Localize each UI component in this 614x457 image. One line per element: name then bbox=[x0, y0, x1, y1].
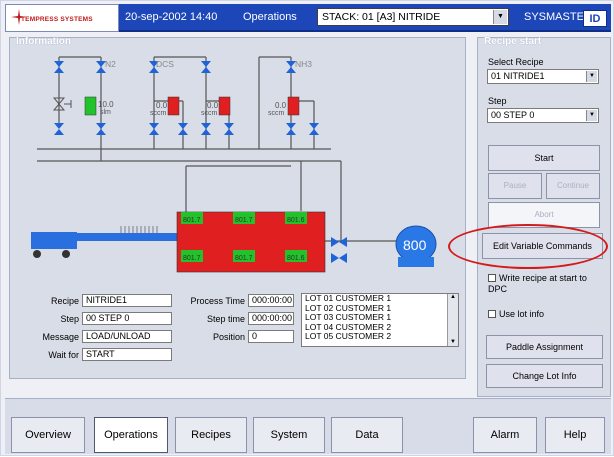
position-field: 0 bbox=[248, 330, 294, 343]
step-field: 00 STEP 0 bbox=[82, 312, 172, 325]
write-recipe-checkbox[interactable]: Write recipe at start to DPC bbox=[488, 273, 602, 295]
header-bar: TEMPRESS SYSTEMS 20-sep-2002 14:40 Opera… bbox=[5, 4, 611, 32]
information-title: Information bbox=[16, 36, 71, 47]
user-name: SYSMASTER bbox=[524, 11, 592, 23]
abort-button[interactable]: Abort bbox=[488, 202, 600, 228]
step-select[interactable]: 00 STEP 0 ▼ bbox=[487, 108, 599, 123]
step-label: Step bbox=[60, 314, 79, 324]
nav-operations-button[interactable]: Operations bbox=[94, 417, 168, 453]
recipe-select-value: 01 NITRIDE1 bbox=[491, 71, 545, 81]
continue-button[interactable]: Continue bbox=[546, 173, 600, 199]
select-recipe-label: Select Recipe bbox=[488, 57, 544, 67]
position-label: Position bbox=[212, 332, 245, 342]
use-lot-info-label: Use lot info bbox=[499, 309, 545, 319]
step-select-value: 00 STEP 0 bbox=[491, 110, 535, 120]
message-label: Message bbox=[42, 332, 79, 342]
checkbox-box[interactable] bbox=[488, 310, 496, 318]
footer-nav: Overview Operations Recipes System Data … bbox=[5, 398, 611, 454]
use-lot-info-checkbox[interactable]: Use lot info bbox=[488, 309, 544, 319]
checkbox-box[interactable] bbox=[488, 274, 496, 282]
scrollbar[interactable]: ▲ ▼ bbox=[447, 294, 458, 346]
stack-select[interactable]: STACK: 01 [A3] NITRIDE ▼ bbox=[317, 8, 509, 26]
datetime: 20-sep-2002 14:40 bbox=[125, 11, 218, 23]
id-button[interactable]: ID bbox=[583, 10, 607, 27]
process-time-label: Process Time bbox=[190, 296, 245, 306]
recipe-select[interactable]: 01 NITRIDE1 ▼ bbox=[487, 69, 599, 84]
pause-button[interactable]: Pause bbox=[488, 173, 542, 199]
stack-select-value: STACK: 01 [A3] NITRIDE bbox=[322, 11, 441, 23]
nav-alarm-button[interactable]: Alarm bbox=[473, 417, 537, 453]
step-select-label: Step bbox=[488, 96, 507, 106]
write-recipe-label: Write recipe at start to DPC bbox=[488, 273, 587, 294]
window-frame: TEMPRESS SYSTEMS 20-sep-2002 14:40 Opera… bbox=[0, 0, 614, 456]
waitfor-label: Wait for bbox=[48, 350, 79, 360]
step-time-label: Step time bbox=[206, 314, 245, 324]
scroll-down-icon[interactable]: ▼ bbox=[448, 339, 458, 345]
chevron-down-icon[interactable]: ▼ bbox=[586, 71, 597, 82]
nav-overview-button[interactable]: Overview bbox=[11, 417, 85, 453]
section-title: Operations bbox=[243, 11, 297, 23]
nav-help-button[interactable]: Help bbox=[545, 417, 605, 453]
recipe-label: Recipe bbox=[50, 296, 79, 306]
message-field: LOAD/UNLOAD bbox=[82, 330, 172, 343]
chevron-down-icon[interactable]: ▼ bbox=[493, 10, 507, 24]
lot-item[interactable]: LOT 05 CUSTOMER 2 bbox=[302, 332, 458, 342]
recipe-field: NITRIDE1 bbox=[82, 294, 172, 307]
nav-recipes-button[interactable]: Recipes bbox=[175, 417, 247, 453]
step-time-field: 000:00:00 bbox=[248, 312, 294, 325]
start-button[interactable]: Start bbox=[488, 145, 600, 171]
lot-list[interactable]: LOT 01 CUSTOMER 1 LOT 02 CUSTOMER 1 LOT … bbox=[301, 293, 459, 347]
nav-data-button[interactable]: Data bbox=[331, 417, 403, 453]
tempress-logo: TEMPRESS SYSTEMS bbox=[5, 4, 119, 32]
process-time-field: 000:00:00 bbox=[248, 294, 294, 307]
edit-variable-commands-button[interactable]: Edit Variable Commands bbox=[482, 233, 603, 259]
recipe-start-title: Recipe start bbox=[484, 36, 542, 47]
logo-text: TEMPRESS SYSTEMS bbox=[21, 16, 93, 23]
paddle-assignment-button[interactable]: Paddle Assignment bbox=[486, 335, 603, 359]
waitfor-field: START bbox=[82, 348, 172, 361]
nav-system-button[interactable]: System bbox=[253, 417, 325, 453]
chevron-down-icon[interactable]: ▼ bbox=[586, 110, 597, 121]
change-lot-info-button[interactable]: Change Lot Info bbox=[486, 364, 603, 388]
scroll-up-icon[interactable]: ▲ bbox=[448, 294, 458, 300]
